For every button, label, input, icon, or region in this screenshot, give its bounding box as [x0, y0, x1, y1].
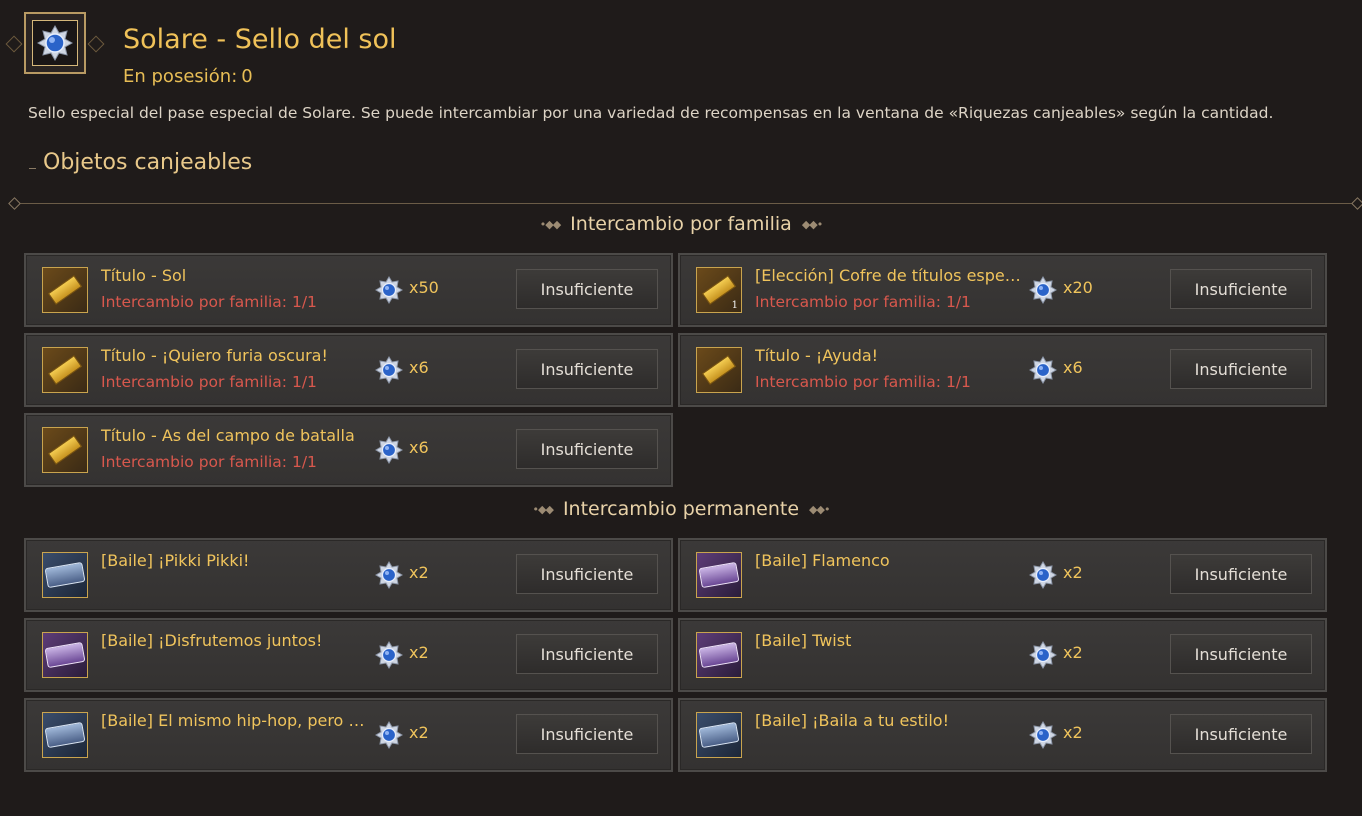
divider-ornament-right	[1351, 197, 1362, 210]
cost-amount: x2	[409, 563, 429, 582]
divider-ornament-left	[8, 197, 21, 210]
exchange-button[interactable]: Insuficiente	[516, 554, 658, 594]
sun-seal-cost-icon	[375, 356, 403, 384]
ornament-left-icon: •◆◆	[532, 503, 554, 516]
cost-amount: x2	[1063, 723, 1083, 742]
item-name: Título - ¡Ayuda!	[755, 346, 879, 365]
exchange-button[interactable]: Insuficiente	[1170, 634, 1312, 674]
group-header-family: •◆◆ Intercambio por familia ◆◆•	[0, 213, 1362, 235]
item-name: [Elección] Cofre de títulos espec...	[755, 266, 1025, 285]
exchange-button[interactable]: Insuficiente	[516, 634, 658, 674]
gold-title-ticket-icon[interactable]	[42, 347, 88, 393]
divider	[14, 203, 1358, 204]
ornament-right-icon: ◆◆•	[809, 503, 830, 516]
gold-title-ticket-icon[interactable]	[696, 347, 742, 393]
cost-amount: x20	[1063, 278, 1093, 297]
exchange-limit: Intercambio por familia: 1/1	[101, 373, 317, 391]
cost-amount: x6	[1063, 358, 1083, 377]
owned-value: 0	[241, 66, 253, 87]
exchange-item-card[interactable]: Título - ¡Quiero furia oscura! Intercambi…	[24, 333, 673, 407]
exchange-limit: Intercambio por familia: 1/1	[101, 293, 317, 311]
exchange-item-card[interactable]: [Baile] ¡Disfrutemos juntos! x2 Insuficien…	[24, 618, 673, 692]
cost-amount: x6	[409, 438, 429, 457]
exchange-item-card[interactable]: [Baile] ¡Baila a tu estilo! x2 Insuficient…	[678, 698, 1327, 772]
item-name: [Baile] ¡Disfrutemos juntos!	[101, 631, 323, 650]
item-name: [Baile] Flamenco	[755, 551, 890, 570]
exchange-button[interactable]: Insuficiente	[1170, 714, 1312, 754]
sun-seal-cost-icon	[375, 721, 403, 749]
exchange-button[interactable]: Insuficiente	[516, 429, 658, 469]
exchange-button[interactable]: Insuficiente	[1170, 349, 1312, 389]
sun-seal-cost-icon	[375, 276, 403, 304]
collapse-toggle[interactable]	[29, 168, 36, 169]
sun-seal-cost-icon	[1029, 276, 1057, 304]
group-header-permanent: •◆◆ Intercambio permanente ◆◆•	[0, 498, 1362, 520]
blue-dance-ticket-icon[interactable]	[696, 712, 742, 758]
cost-amount: x2	[409, 643, 429, 662]
group-title: Intercambio por familia	[570, 213, 792, 235]
section-title: Objetos canjeables	[43, 150, 253, 175]
cost-amount: x2	[1063, 563, 1083, 582]
sun-seal-icon	[24, 12, 86, 74]
sun-seal-cost-icon	[375, 561, 403, 589]
exchange-limit: Intercambio por familia: 1/1	[755, 293, 971, 311]
purple-dance-ticket-icon[interactable]	[42, 632, 88, 678]
group-title: Intercambio permanente	[562, 498, 800, 520]
gold-title-ticket-icon[interactable]	[42, 267, 88, 313]
item-name: [Baile] ¡Baila a tu estilo!	[755, 711, 949, 730]
exchange-limit: Intercambio por familia: 1/1	[101, 453, 317, 471]
owned-label: En posesión:	[123, 66, 238, 87]
exchange-item-card[interactable]: [Baile] Twist x2 Insuficiente	[678, 618, 1327, 692]
exchange-button[interactable]: Insuficiente	[516, 349, 658, 389]
exchange-item-card[interactable]: Título - Sol Intercambio por familia: 1/1…	[24, 253, 673, 327]
owned-count: En posesión: 0	[123, 66, 253, 87]
item-name: [Baile] El mismo hip-hop, pero d...	[101, 711, 371, 730]
exchange-item-card[interactable]: [Baile] Flamenco x2 Insuficiente	[678, 538, 1327, 612]
purple-dance-ticket-icon[interactable]	[696, 632, 742, 678]
cost-amount: x6	[409, 358, 429, 377]
exchange-item-card[interactable]: [Baile] El mismo hip-hop, pero d... x2 Ins…	[24, 698, 673, 772]
ornament-left-icon: •◆◆	[539, 218, 561, 231]
page-title: Solare - Sello del sol	[123, 24, 397, 55]
blue-dance-ticket-icon[interactable]	[42, 552, 88, 598]
exchange-item-card[interactable]: Título - As del campo de batalla Intercam…	[24, 413, 673, 487]
gold-title-ticket-icon[interactable]: 1	[696, 267, 742, 313]
ornament-right-icon: ◆◆•	[801, 218, 823, 231]
item-name: Título - ¡Quiero furia oscura!	[101, 346, 328, 365]
sun-seal-cost-icon	[1029, 561, 1057, 589]
exchange-button[interactable]: Insuficiente	[516, 269, 658, 309]
blue-dance-ticket-icon[interactable]	[42, 712, 88, 758]
item-name: [Baile] Twist	[755, 631, 852, 650]
item-name: Título - As del campo de batalla	[101, 426, 355, 445]
cost-amount: x2	[1063, 643, 1083, 662]
exchange-item-card[interactable]: Título - ¡Ayuda! Intercambio por familia:…	[678, 333, 1327, 407]
exchange-item-card[interactable]: 1 [Elección] Cofre de títulos espec... Int…	[678, 253, 1327, 327]
item-name: Título - Sol	[101, 266, 187, 285]
exchange-button[interactable]: Insuficiente	[516, 714, 658, 754]
gold-title-ticket-icon[interactable]	[42, 427, 88, 473]
exchange-limit: Intercambio por familia: 1/1	[755, 373, 971, 391]
sun-seal-cost-icon	[375, 436, 403, 464]
sun-seal-cost-icon	[1029, 356, 1057, 384]
sun-seal-cost-icon	[1029, 641, 1057, 669]
exchange-button[interactable]: Insuficiente	[1170, 554, 1312, 594]
sun-seal-cost-icon	[1029, 721, 1057, 749]
purple-dance-ticket-icon[interactable]	[696, 552, 742, 598]
cost-amount: x50	[409, 278, 439, 297]
item-description: Sello especial del pase especial de Sola…	[28, 104, 1274, 122]
exchange-item-card[interactable]: [Baile] ¡Pikki Pikki! x2 Insuficiente	[24, 538, 673, 612]
cost-amount: x2	[409, 723, 429, 742]
exchange-button[interactable]: Insuficiente	[1170, 269, 1312, 309]
item-name: [Baile] ¡Pikki Pikki!	[101, 551, 250, 570]
item-quantity: 1	[731, 300, 738, 311]
sun-seal-cost-icon	[375, 641, 403, 669]
